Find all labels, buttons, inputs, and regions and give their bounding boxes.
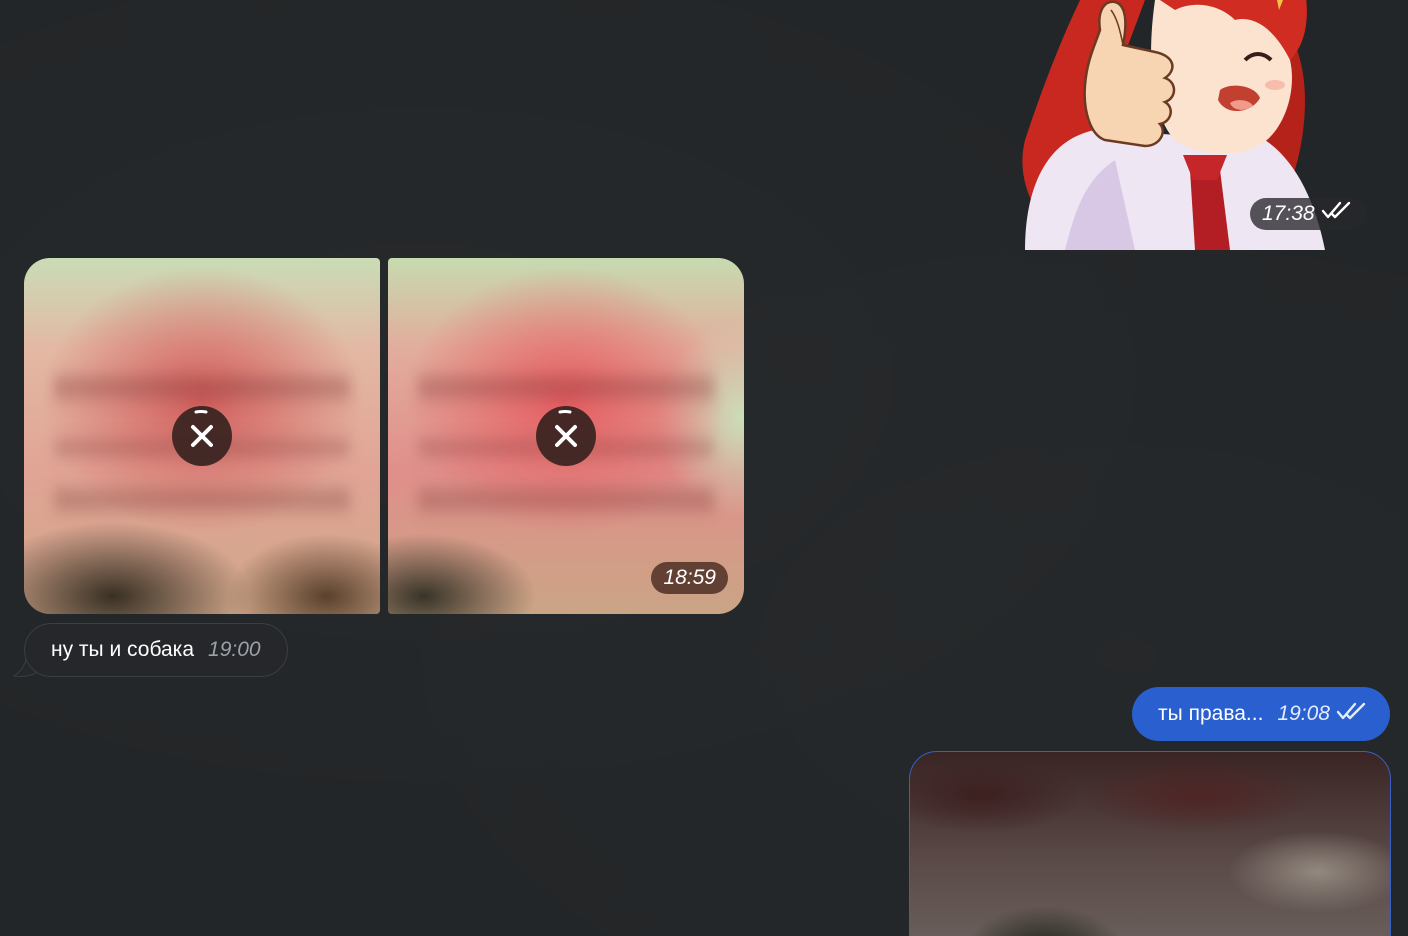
cancel-download-icon — [555, 409, 577, 447]
photo-album-message[interactable]: 18:59 — [24, 258, 744, 614]
double-check-icon — [1336, 701, 1368, 727]
outgoing-media-message[interactable] — [909, 751, 1391, 936]
cancel-download-icon — [191, 409, 213, 447]
double-check-icon — [1321, 198, 1353, 230]
album-photo-1[interactable] — [24, 258, 380, 614]
incoming-message-time: 19:00 — [208, 638, 261, 661]
album-timestamp: 18:59 — [651, 562, 728, 594]
sticker-time-text: 17:38 — [1262, 202, 1315, 225]
cancel-download-button[interactable] — [172, 406, 232, 466]
outgoing-message-time: 19:08 — [1277, 702, 1330, 725]
outgoing-message-meta: 19:08 — [1277, 701, 1368, 727]
outgoing-message-text: ты права... — [1158, 702, 1264, 725]
cancel-download-button[interactable] — [536, 406, 596, 466]
incoming-message-bubble[interactable]: ну ты и собака 19:00 — [24, 623, 288, 677]
chat-history[interactable]: 17:38 18:59 ну ты и собака 19:00 ты прав… — [0, 0, 1408, 936]
sticker-timestamp: 17:38 — [1250, 198, 1367, 230]
incoming-message-text: ну ты и собака — [51, 638, 195, 661]
album-photo-2[interactable]: 18:59 — [388, 258, 744, 614]
outgoing-message-bubble[interactable]: ты права... 19:08 — [1132, 687, 1390, 741]
